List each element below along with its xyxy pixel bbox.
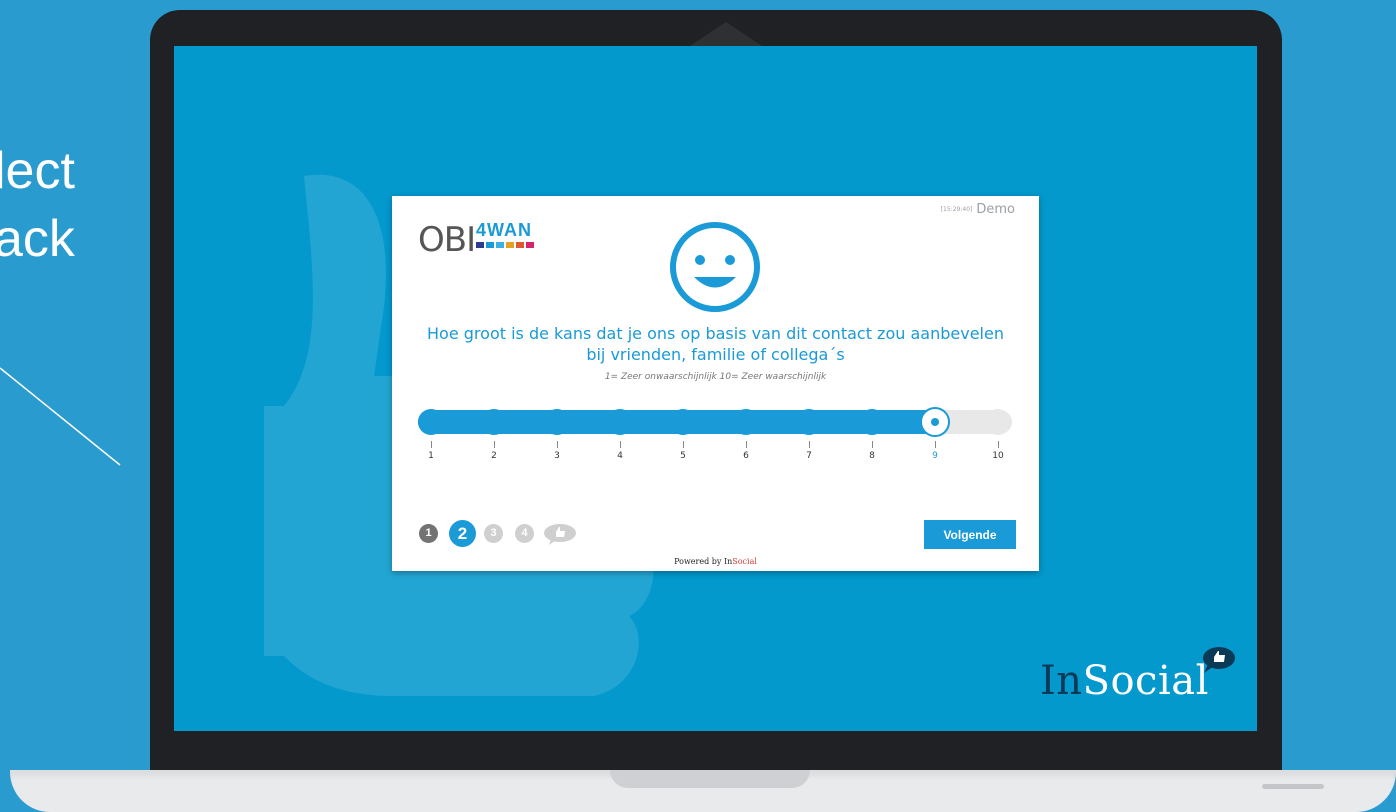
laptop-camera-notch bbox=[690, 22, 762, 46]
slider-tick-mark bbox=[935, 441, 936, 448]
slider-tick-label: 5 bbox=[680, 451, 686, 461]
slider-tick-label: 7 bbox=[806, 451, 812, 461]
obi4wan-logo-suffix: 4WAN bbox=[476, 220, 533, 240]
laptop-base bbox=[10, 770, 1396, 812]
logo-square bbox=[506, 242, 514, 248]
survey-question: Hoe groot is de kans dat je ons op basis… bbox=[412, 323, 1019, 365]
logo-square bbox=[486, 242, 494, 248]
smiley-face-icon bbox=[670, 222, 760, 312]
slider-point[interactable] bbox=[859, 409, 885, 435]
logo-square bbox=[516, 242, 524, 248]
demo-label: [15:29:40] Demo bbox=[941, 202, 1015, 217]
slider-tick-mark bbox=[872, 441, 873, 448]
survey-question-line-2: bij vrienden, familie of collega´s bbox=[586, 345, 845, 364]
slider-point[interactable] bbox=[607, 409, 633, 435]
slider-tick-mark bbox=[431, 441, 432, 448]
slider-tick-label: 10 bbox=[992, 451, 1004, 461]
slider-tick-label: 6 bbox=[743, 451, 749, 461]
survey-card: OBI 4WAN [15:29:40] Demo Hoe groot is de … bbox=[392, 196, 1039, 571]
slider-point[interactable] bbox=[796, 409, 822, 435]
slider-tick-mark bbox=[620, 441, 621, 448]
slider-point[interactable] bbox=[670, 409, 696, 435]
slider-point[interactable] bbox=[985, 409, 1011, 435]
slider-tick-mark bbox=[683, 441, 684, 448]
slider-handle[interactable] bbox=[920, 407, 950, 437]
thumbs-up-bubble-icon bbox=[544, 524, 576, 545]
laptop-screen: OBI 4WAN [15:29:40] Demo Hoe groot is de … bbox=[174, 46, 1257, 731]
slider-tick-label: 1 bbox=[428, 451, 434, 461]
slider-tick-mark bbox=[494, 441, 495, 448]
slider-tick-mark bbox=[557, 441, 558, 448]
slider-tick-mark bbox=[809, 441, 810, 448]
slider-point[interactable] bbox=[544, 409, 570, 435]
thumbs-up-bubble-icon bbox=[1203, 647, 1235, 673]
powered-by-footer: Powered by InSocial bbox=[392, 557, 1039, 566]
obi4wan-logo: OBI bbox=[418, 220, 476, 260]
slider-tick-label: 9 bbox=[932, 451, 938, 461]
decorative-diagonal-line bbox=[0, 367, 121, 466]
next-button[interactable]: Volgende bbox=[924, 520, 1016, 549]
slider-tick-label: 3 bbox=[554, 451, 560, 461]
demo-timestamp: [15:29:40] bbox=[940, 206, 973, 213]
logo-square bbox=[496, 242, 504, 248]
insocial-logo: InSocial bbox=[1040, 658, 1209, 704]
logo-square bbox=[526, 242, 534, 248]
powered-by-brand-in: In bbox=[723, 557, 733, 566]
obi4wan-logo-squares bbox=[476, 242, 534, 248]
step-4: 4 bbox=[515, 524, 534, 543]
slider-tick-label: 4 bbox=[617, 451, 623, 461]
logo-square bbox=[476, 242, 484, 248]
powered-by-brand-social: Social bbox=[732, 557, 757, 566]
rating-slider[interactable]: 1 2 3 4 5 6 7 8 9 10 bbox=[418, 407, 1014, 461]
powered-by-text: Powered by bbox=[674, 557, 724, 566]
background-headline-line-2: ack bbox=[0, 210, 75, 268]
step-2: 2 bbox=[449, 520, 476, 547]
scale-hint: 1= Zeer onwaarschijnlijk 10= Zeer waarsc… bbox=[604, 372, 827, 382]
demo-text: Demo bbox=[976, 202, 1015, 217]
slider-point[interactable] bbox=[418, 409, 444, 435]
slider-point[interactable] bbox=[481, 409, 507, 435]
laptop-base-opening bbox=[610, 770, 810, 788]
slider-tick-label: 8 bbox=[869, 451, 875, 461]
laptop-base-slot bbox=[1262, 784, 1324, 789]
step-3: 3 bbox=[484, 524, 503, 543]
slider-tick-label: 2 bbox=[491, 451, 497, 461]
slider-tick-mark bbox=[746, 441, 747, 448]
insocial-logo-in: In bbox=[1040, 658, 1083, 704]
slider-tick-mark bbox=[998, 441, 999, 448]
step-1: 1 bbox=[419, 524, 438, 543]
survey-question-line-1: Hoe groot is de kans dat je ons op basis… bbox=[427, 324, 1004, 343]
insocial-logo-social: Social bbox=[1082, 658, 1209, 704]
slider-point[interactable] bbox=[733, 409, 759, 435]
background-headline-line-1: lect bbox=[0, 142, 75, 200]
